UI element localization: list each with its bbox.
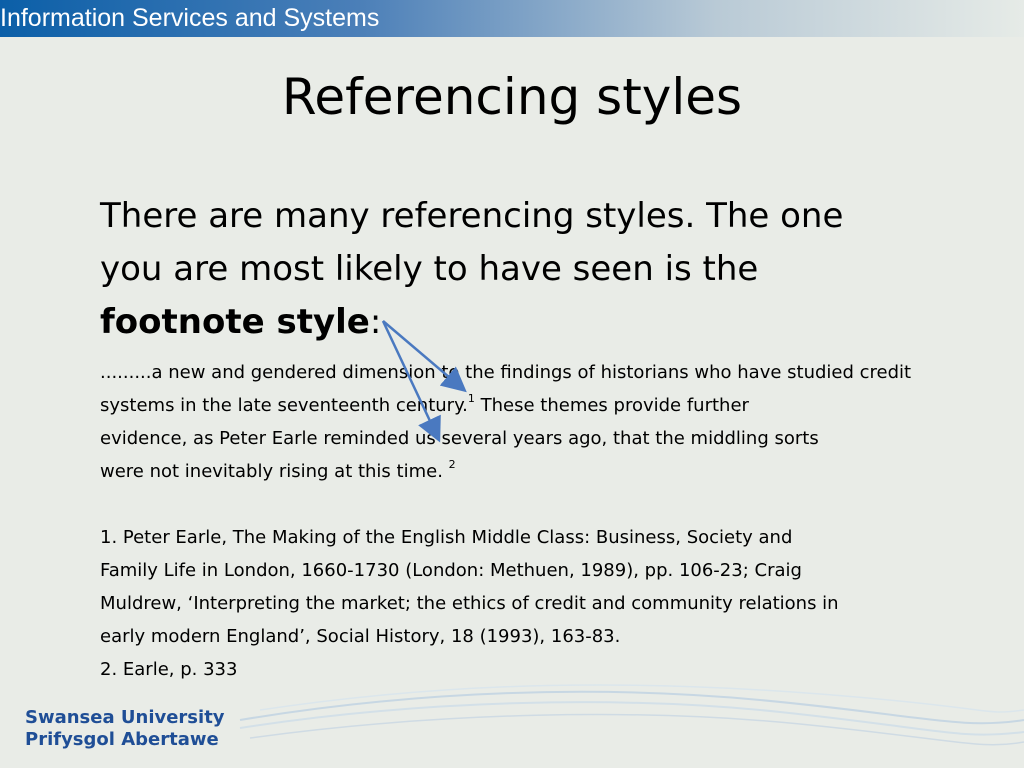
footnote-marker-2: 2 <box>448 458 456 471</box>
excerpt-line-3: evidence, as Peter Earle reminded us sev… <box>100 428 819 449</box>
excerpt-line-1: .........a new and gendered dimension to… <box>100 362 912 383</box>
university-logo: Swansea University Prifysgol Abertawe <box>25 707 225 751</box>
excerpt-line-4a: were not inevitably rising at this time. <box>100 461 449 482</box>
footnote-1-line-3: Muldrew, ‘Interpreting the market; the e… <box>100 593 839 614</box>
intro-line-1: There are many referencing styles. The o… <box>100 196 844 236</box>
logo-line-english: Swansea University <box>25 707 225 728</box>
intro-colon: : <box>369 302 382 342</box>
header-title: Information Services and Systems <box>0 4 380 32</box>
intro-line-2: you are most likely to have seen is the <box>100 249 759 289</box>
page-title: Referencing styles <box>281 68 743 126</box>
excerpt-line-4: were not inevitably rising at this time.… <box>100 455 456 488</box>
footnote-1-line-4: early modern England’, Social History, 1… <box>100 626 621 647</box>
excerpt-line-2a: systems in the late seventeenth century. <box>100 395 468 416</box>
footnote-1-line-2: Family Life in London, 1660-1730 (London… <box>100 560 802 581</box>
footnote-marker-1: 1 <box>467 392 475 405</box>
logo-line-welsh: Prifysgol Abertawe <box>25 729 219 750</box>
excerpt-line-2: systems in the late seventeenth century.… <box>100 389 749 422</box>
footnote-1-line-1: 1. Peter Earle, The Making of the Englis… <box>100 527 793 548</box>
intro-line-3: footnote style: <box>100 296 940 349</box>
footnote-style-term: footnote style <box>100 302 370 342</box>
excerpt-line-2b: These themes provide further <box>474 395 749 416</box>
intro-paragraph: There are many referencing styles. The o… <box>100 190 940 349</box>
